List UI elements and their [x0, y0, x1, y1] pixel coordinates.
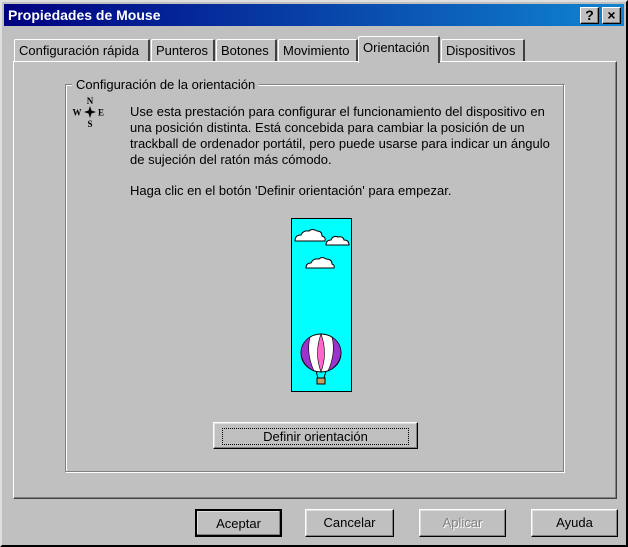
- orientation-description: Use esta prestación para configurar el f…: [130, 104, 550, 167]
- tab-label: Orientación: [363, 40, 430, 55]
- tab-label: Movimiento: [283, 43, 350, 58]
- help-label: Ayuda: [556, 515, 593, 530]
- help-button[interactable]: Ayuda: [531, 509, 618, 537]
- group-label: Configuración de la orientación: [72, 77, 260, 92]
- balloon-illustration: [294, 229, 350, 385]
- compass-north: N: [87, 97, 94, 106]
- compass-south: S: [87, 119, 92, 129]
- orientation-hint: Haga clic en el botón 'Definir orientaci…: [130, 183, 452, 198]
- orientation-preview: [291, 218, 352, 392]
- close-icon: ×: [607, 7, 616, 23]
- cloud-icon: [305, 257, 335, 269]
- cloud-icon: [325, 235, 350, 246]
- compass-icon: N W E S: [73, 97, 105, 129]
- mouse-properties-window: Propiedades de Mouse ? × Configuración r…: [0, 0, 628, 547]
- apply-label: Aplicar: [442, 515, 483, 530]
- balloon-icon: [300, 333, 342, 385]
- close-button[interactable]: ×: [602, 7, 621, 24]
- question-icon: ?: [585, 7, 594, 23]
- tab-movement[interactable]: Movimiento: [278, 39, 358, 61]
- accept-button[interactable]: Aceptar: [195, 509, 282, 537]
- tab-label: Botones: [221, 43, 269, 58]
- tab-label: Configuración rápida: [19, 43, 139, 58]
- cancel-button[interactable]: Cancelar: [305, 509, 394, 537]
- accept-label: Aceptar: [216, 516, 261, 531]
- cancel-label: Cancelar: [323, 515, 376, 530]
- tab-pointers[interactable]: Punteros: [151, 39, 215, 61]
- cloud-icon: [294, 229, 326, 242]
- compass-west: W: [73, 108, 82, 118]
- compass-east: E: [98, 108, 104, 118]
- tab-label: Dispositivos: [446, 43, 516, 58]
- tab-quick-config[interactable]: Configuración rápida: [14, 39, 150, 61]
- window-title: Propiedades de Mouse: [8, 7, 161, 23]
- title-bar: Propiedades de Mouse ? ×: [4, 4, 624, 26]
- help-title-button[interactable]: ?: [580, 7, 599, 24]
- tab-devices[interactable]: Dispositivos: [441, 39, 525, 61]
- tab-buttons[interactable]: Botones: [216, 39, 277, 61]
- tab-orientation[interactable]: Orientación: [358, 36, 440, 63]
- tab-label: Punteros: [156, 43, 209, 58]
- apply-button[interactable]: Aplicar: [419, 509, 506, 537]
